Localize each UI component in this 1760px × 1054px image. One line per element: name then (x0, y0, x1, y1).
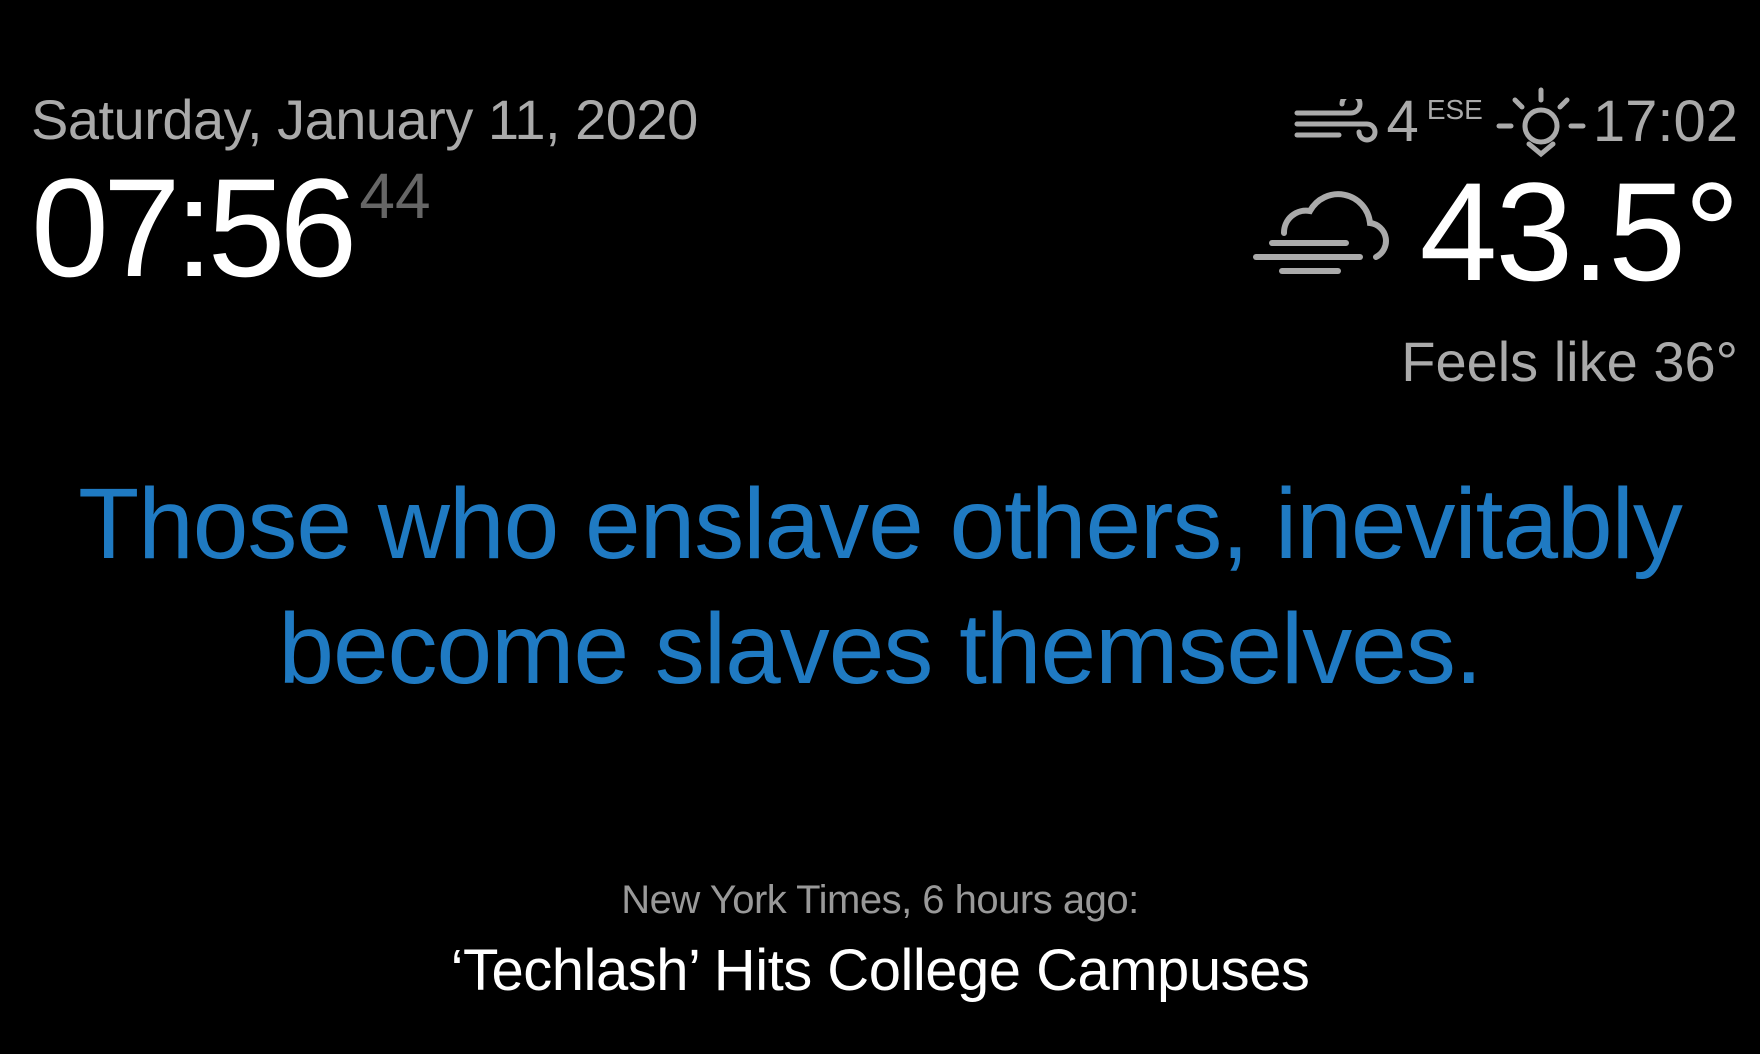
sunset-icon (1496, 87, 1586, 158)
clock-date: Saturday, January 11, 2020 (31, 88, 698, 151)
quote-line-2: become slaves themselves. (278, 593, 1482, 705)
wind-icon (1294, 99, 1378, 143)
news-feed-module: New York Times, 6 hours ago: ‘Techlash’ … (0, 880, 1760, 1000)
news-headline: ‘Techlash’ Hits College Campuses (450, 938, 1310, 1003)
feels-like-temperature: Feels like 36° (1401, 330, 1738, 393)
wind-speed: 4 (1386, 89, 1419, 154)
clock-hours-minutes: 07:56 (31, 149, 357, 306)
clock-seconds: 44 (359, 160, 431, 232)
magic-mirror-screen: Saturday, January 11, 2020 07:56 44 4 ES… (0, 0, 1760, 1054)
sunset-time: 17:02 (1592, 89, 1738, 154)
wind-direction: ESE (1426, 94, 1483, 125)
quote-line-1: Those who enslave others, inevitably (78, 468, 1683, 580)
current-temperature: 43.5° (1419, 153, 1740, 310)
fog-cloud-icon (1252, 191, 1389, 274)
weather-summary-row: 4 ESE 17:02 (1250, 87, 1738, 158)
current-weather-row: 43.5° (1250, 153, 1740, 310)
weather-module: 4 ESE 17:02 43.5° Feels like 36° (1250, 87, 1740, 393)
compliment-quote: Those who enslave others, inevitably bec… (0, 462, 1760, 712)
news-source: New York Times, 6 hours ago: (621, 878, 1139, 922)
clock-module: Saturday, January 11, 2020 07:56 44 (31, 92, 698, 298)
clock-time: 07:56 44 (31, 158, 698, 298)
